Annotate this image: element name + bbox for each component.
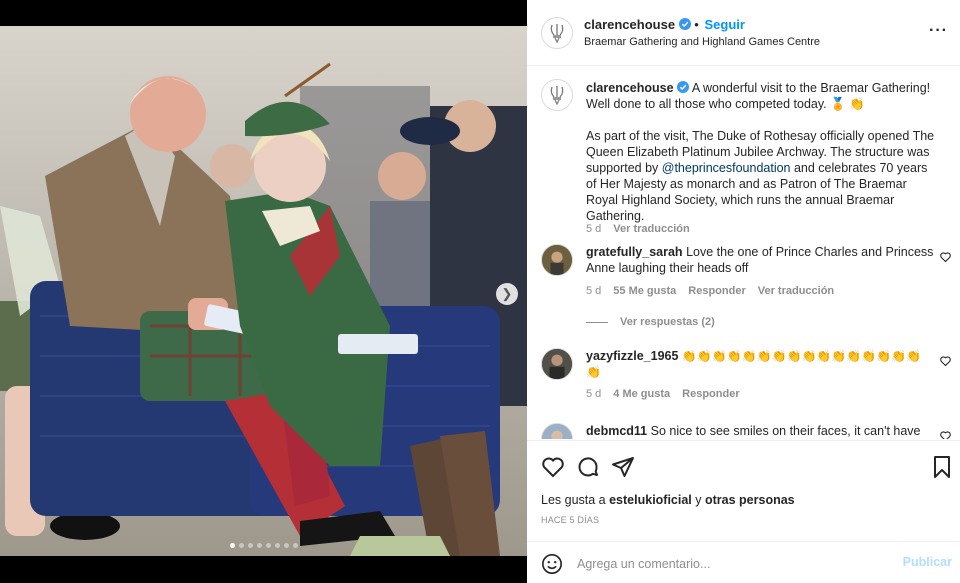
mention-link[interactable]: @theprincesfoundation <box>662 161 791 175</box>
post-header: clarencehouse • Seguir Braemar Gathering… <box>527 0 960 66</box>
save-bookmark-icon[interactable] <box>932 455 952 479</box>
emoji-smiley-icon[interactable] <box>541 553 563 575</box>
separator-dot: • <box>694 17 699 32</box>
like-comment-heart-icon[interactable] <box>940 356 951 366</box>
user-photo-icon <box>542 349 572 379</box>
location-link[interactable]: Braemar Gathering and Highland Games Cen… <box>584 36 820 48</box>
comment-text: debmcd11 So nice to see smiles on their … <box>586 423 936 439</box>
post-photo <box>0 26 527 556</box>
username-link[interactable]: clarencehouse <box>584 17 675 32</box>
translate-button[interactable]: Ver traducción <box>613 223 689 235</box>
carousel-indicator <box>0 543 527 548</box>
replies-line <box>586 321 608 323</box>
avatar[interactable] <box>541 348 573 380</box>
publish-button[interactable]: Publicar <box>903 555 952 569</box>
liker-username-link[interactable]: estelukioficial <box>609 493 692 507</box>
comment-text: yazyfizzle_1965 👏👏👏👏👏👏👏👏👏👏👏👏👏👏👏👏👏 <box>586 348 931 380</box>
carousel-dot <box>265 543 271 548</box>
view-replies-label: Ver respuestas (2) <box>620 316 715 328</box>
carousel-dot <box>256 543 262 548</box>
likes-prefix: Les gusta a <box>541 493 610 507</box>
avatar[interactable] <box>541 79 573 111</box>
verified-badge-icon <box>677 81 690 93</box>
comment-body: So nice to see smiles on their faces, it… <box>650 424 921 438</box>
carousel-dot <box>292 543 298 548</box>
reply-button[interactable]: Responder <box>682 388 739 400</box>
header-user-line: clarencehouse • Seguir <box>584 17 745 32</box>
comments-list[interactable]: clarencehouse A wonderful visit to the B… <box>527 67 960 439</box>
carousel-dot <box>229 543 235 548</box>
verified-badge-icon <box>678 18 691 30</box>
carousel-dot <box>238 543 244 548</box>
comment-meta: 5 d 55 Me gusta Responder Ver traducción <box>586 285 834 297</box>
crest-logo-icon <box>550 85 564 106</box>
carousel-dot <box>283 543 289 548</box>
like-heart-icon[interactable] <box>541 455 565 479</box>
comment-bubble-icon[interactable] <box>576 455 600 479</box>
comment-text: gratefully_sarah Love the one of Prince … <box>586 244 936 276</box>
caption-text: clarencehouse A wonderful visit to the B… <box>586 80 936 224</box>
likes-summary: Les gusta a estelukioficial y otras pers… <box>541 493 795 507</box>
chevron-right-icon: ❯ <box>501 286 513 301</box>
username-link[interactable]: yazyfizzle_1965 <box>586 349 678 363</box>
post-photo-area: ❯ <box>0 0 527 583</box>
other-likers-link[interactable]: otras personas <box>705 493 795 507</box>
follow-button[interactable]: Seguir <box>704 17 744 32</box>
likes-count[interactable]: 4 Me gusta <box>613 388 670 400</box>
action-bar: Les gusta a estelukioficial y otras pers… <box>527 440 960 583</box>
comment-composer: Publicar <box>527 541 960 583</box>
username-link[interactable]: debmcd11 <box>586 424 647 438</box>
username-link[interactable]: clarencehouse <box>586 81 674 95</box>
comment-input[interactable] <box>577 552 877 576</box>
avatar[interactable] <box>541 17 573 49</box>
caption-meta: 5 d Ver traducción <box>586 223 690 235</box>
carousel-dot <box>247 543 253 548</box>
post-panel: clarencehouse • Seguir Braemar Gathering… <box>527 0 960 583</box>
next-photo-button[interactable]: ❯ <box>496 283 518 305</box>
crest-logo-icon <box>550 23 564 44</box>
user-photo-icon <box>542 245 572 275</box>
translate-button[interactable]: Ver traducción <box>758 285 834 297</box>
like-comment-heart-icon[interactable] <box>940 431 951 439</box>
likes-middle: y <box>691 493 705 507</box>
user-photo-icon <box>542 424 572 439</box>
avatar[interactable] <box>541 244 573 276</box>
timestamp: 5 d <box>586 388 602 400</box>
post-date[interactable]: HACE 5 DÍAS <box>541 515 599 525</box>
share-send-icon[interactable] <box>611 455 635 479</box>
likes-count[interactable]: 55 Me gusta <box>613 285 676 297</box>
more-options-icon[interactable]: ··· <box>929 22 948 40</box>
comment-meta: 5 d 4 Me gusta Responder <box>586 388 740 400</box>
view-replies-button[interactable]: Ver respuestas (2) <box>586 316 715 328</box>
username-link[interactable]: gratefully_sarah <box>586 245 683 259</box>
carousel-dot <box>274 543 280 548</box>
reply-button[interactable]: Responder <box>688 285 745 297</box>
timestamp: 5 d <box>586 285 602 297</box>
timestamp: 5 d <box>586 223 602 235</box>
avatar[interactable] <box>541 423 573 439</box>
like-comment-heart-icon[interactable] <box>940 252 951 262</box>
